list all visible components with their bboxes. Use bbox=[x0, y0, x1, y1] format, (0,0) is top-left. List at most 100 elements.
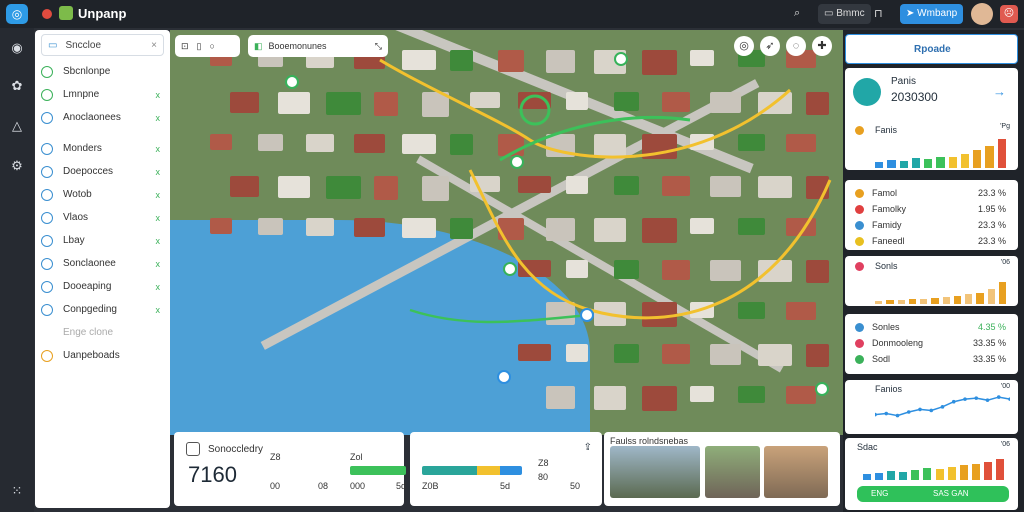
sidebar-item[interactable]: Enge clone bbox=[41, 321, 164, 344]
item-mark[interactable]: x bbox=[156, 236, 161, 246]
panel-header[interactable]: Rpoade bbox=[845, 34, 1018, 64]
map-pin-icon[interactable] bbox=[503, 262, 517, 276]
sidebar-item[interactable]: Vlaos x bbox=[41, 206, 164, 229]
map-pin-icon[interactable] bbox=[815, 382, 829, 396]
sidebar-item[interactable]: Sbcnlonpe bbox=[41, 60, 164, 83]
map-pin-icon[interactable] bbox=[614, 52, 628, 66]
sidebar-item[interactable]: Wotob x bbox=[41, 183, 164, 206]
title-bar: ◎ Unpanp ⌕ ▭ Bmmc ⊓ ➤ Wmbanp ☹ bbox=[0, 0, 1024, 28]
sidebar-item-label: Enge clone bbox=[63, 327, 114, 338]
chart-bar bbox=[911, 469, 920, 480]
nav-button-label: Wmbanp bbox=[917, 8, 958, 19]
stat-label: Sonles bbox=[872, 322, 900, 332]
series-point bbox=[996, 395, 1001, 399]
settings-icon[interactable]: ⚙ bbox=[9, 158, 25, 174]
lock-icon[interactable]: ⊓ bbox=[874, 7, 883, 20]
card-corner-label: '06 bbox=[1000, 259, 1010, 266]
avatar[interactable] bbox=[971, 3, 993, 25]
alert-icon[interactable]: ☹ bbox=[1000, 5, 1018, 23]
globe-icon[interactable]: ◉ bbox=[9, 40, 25, 56]
navigate-icon[interactable]: ➶ bbox=[760, 36, 780, 56]
item-mark[interactable]: x bbox=[156, 167, 161, 177]
arrow-right-icon[interactable]: → bbox=[993, 84, 1006, 99]
sidebar-item[interactable]: Sonclaonee x bbox=[41, 252, 164, 275]
item-mark[interactable]: x bbox=[156, 144, 161, 154]
action-button[interactable]: ENG SAS GAN bbox=[857, 486, 1009, 502]
share-icon[interactable]: ⇪ bbox=[584, 442, 592, 453]
chart-bar bbox=[947, 466, 956, 480]
sidebar-search-label: Snccloe bbox=[65, 39, 102, 51]
sidebar-item[interactable]: Lbay x bbox=[41, 229, 164, 252]
item-mark[interactable]: x bbox=[156, 259, 161, 269]
stat-row-label: Faneedl bbox=[855, 236, 905, 246]
item-mark[interactable]: x bbox=[156, 282, 161, 292]
compass-icon[interactable]: ◎ bbox=[734, 36, 754, 56]
stats-title: Sonoccledry bbox=[208, 444, 264, 455]
map-pin-icon[interactable] bbox=[497, 370, 511, 384]
stat-item: Z8 bbox=[270, 452, 281, 462]
sidebar-item[interactable]: Conpgeding x bbox=[41, 298, 164, 321]
expand-icon[interactable]: ⤡ bbox=[375, 41, 382, 52]
map-pin-icon[interactable] bbox=[510, 155, 524, 169]
layers-icon[interactable]: ⊡ bbox=[181, 41, 189, 52]
palette-icon[interactable]: ✿ bbox=[9, 78, 25, 94]
sidebar-item[interactable]: Doepocces x bbox=[41, 160, 164, 183]
bar-card-4: Sdac '06 ENG SAS GAN bbox=[845, 438, 1018, 510]
sidebar-item-label: Lbay bbox=[63, 235, 85, 246]
grid-icon[interactable]: ⁙ bbox=[9, 483, 25, 499]
bar-chart bbox=[875, 136, 1010, 168]
item-mark[interactable]: x bbox=[156, 305, 161, 315]
gallery-photo[interactable] bbox=[610, 446, 700, 498]
gallery-photo[interactable] bbox=[705, 446, 760, 498]
stat-row-label: Famol bbox=[855, 188, 897, 198]
item-icon bbox=[41, 349, 53, 362]
stat-value: 23.3 % bbox=[977, 188, 1006, 198]
sidebar-search[interactable]: ▭ Snccloe × bbox=[41, 34, 164, 56]
chart-bar bbox=[911, 158, 921, 168]
item-icon bbox=[41, 111, 53, 124]
item-icon bbox=[41, 211, 53, 224]
item-mark[interactable]: x bbox=[156, 213, 161, 223]
map-pin-icon[interactable] bbox=[580, 308, 594, 322]
chat-icon[interactable]: ○ bbox=[210, 41, 215, 51]
city-map[interactable]: ⊡ ▯ ○ ◧ Booemonunes ⤡ ◎ ➶ ◌ ✚ bbox=[170, 30, 843, 435]
item-mark[interactable]: x bbox=[156, 190, 161, 200]
sidebar-item[interactable]: Dooeaping x bbox=[41, 275, 164, 298]
chart-bar bbox=[935, 468, 944, 480]
line-chart bbox=[875, 395, 1010, 418]
item-mark[interactable]: x bbox=[156, 113, 161, 123]
stats-list-1: Famol 23.3 % Famolky 1.95 % Famidy 23.3 % Fane… bbox=[845, 180, 1018, 250]
nav-button[interactable]: ➤ Wmbanp bbox=[900, 4, 964, 24]
bar-card-2: Sonls '06 bbox=[845, 256, 1018, 306]
close-icon[interactable]: × bbox=[151, 40, 157, 51]
card-corner-label: '00 bbox=[1000, 383, 1010, 390]
crosshair-icon[interactable]: ✚ bbox=[812, 36, 832, 56]
target-icon[interactable]: ◌ bbox=[786, 36, 806, 56]
app-logo-icon[interactable]: ◎ bbox=[6, 4, 28, 24]
gallery-photo[interactable] bbox=[764, 446, 828, 498]
chart-bar bbox=[997, 138, 1006, 168]
browse-button[interactable]: ▭ Bmmc bbox=[818, 4, 871, 24]
series-point bbox=[951, 399, 956, 404]
sidebar-item[interactable]: Lmnpne x bbox=[41, 83, 164, 106]
route-icon[interactable]: △ bbox=[9, 118, 25, 134]
stat-item: 80 bbox=[538, 472, 549, 482]
series-point bbox=[963, 397, 967, 401]
close-window-icon[interactable] bbox=[42, 9, 52, 19]
chart-bar bbox=[875, 300, 883, 304]
sidebar-item[interactable]: Anoclaonees x bbox=[41, 106, 164, 129]
item-icon bbox=[41, 165, 53, 178]
map-pin-icon[interactable] bbox=[285, 75, 299, 89]
chart-bar bbox=[899, 160, 908, 168]
item-mark[interactable]: x bbox=[156, 90, 161, 100]
stat-row-label: Sodl bbox=[855, 354, 890, 364]
sidebar-item[interactable]: Uanpeboads bbox=[41, 344, 164, 367]
app-title: Unpanp bbox=[78, 6, 127, 21]
pages-icon[interactable]: ▯ bbox=[197, 41, 202, 52]
map-search-input[interactable]: ◧ Booemonunes ⤡ bbox=[248, 35, 388, 57]
series-point bbox=[875, 412, 877, 417]
sidebar-item[interactable]: Monders x bbox=[41, 137, 164, 160]
search-icon[interactable]: ⌕ bbox=[794, 7, 800, 20]
stat-value: 4.35 % bbox=[977, 322, 1006, 332]
chart-bar bbox=[998, 281, 1006, 304]
